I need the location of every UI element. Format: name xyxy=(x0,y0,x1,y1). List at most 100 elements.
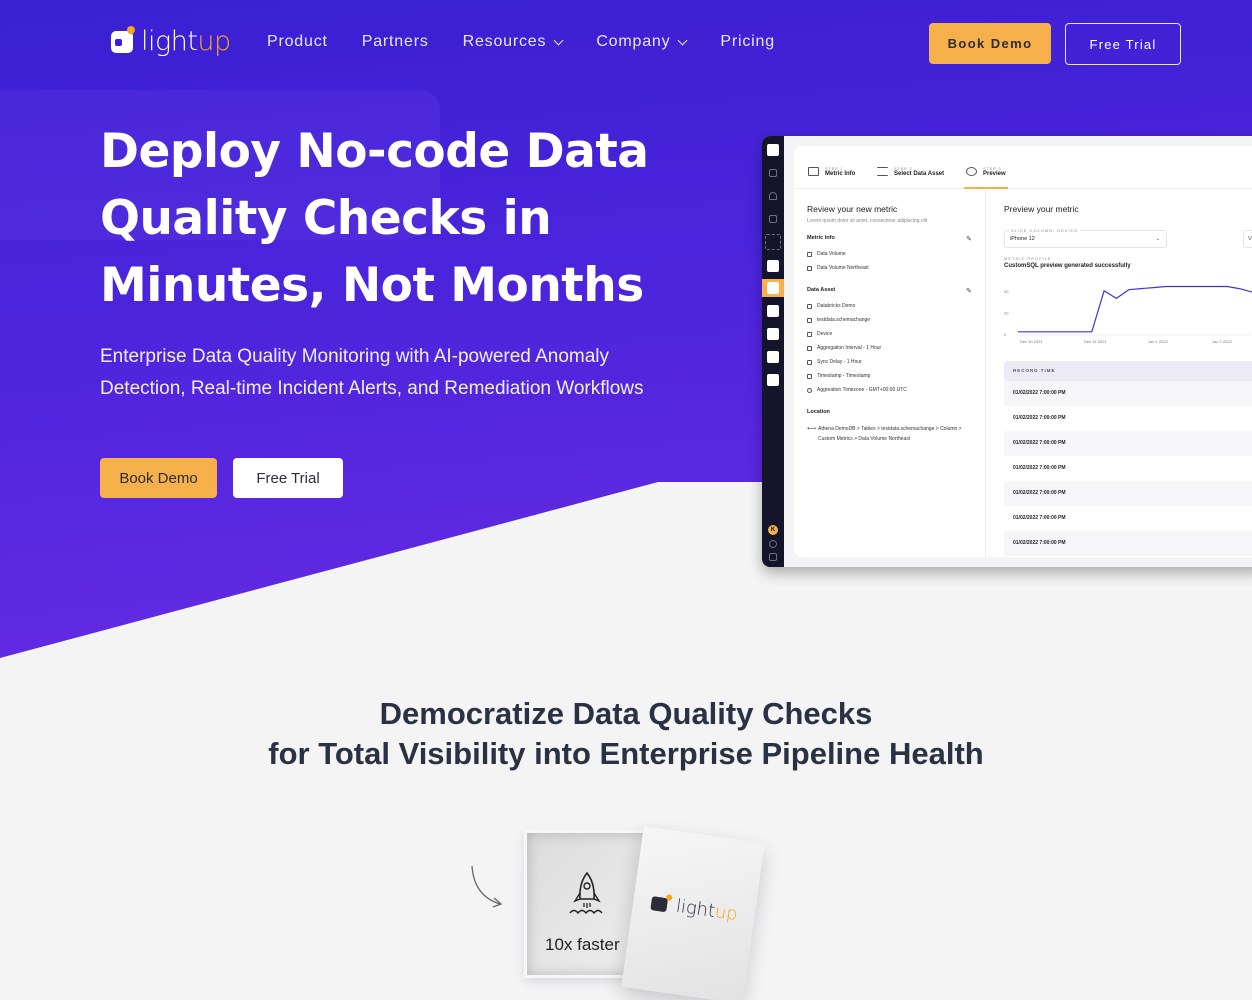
lid-logo: lightup xyxy=(650,892,739,925)
y-tick-label: 0 xyxy=(1004,332,1007,337)
metric-wizard-card: STEP 1 Metric Info STEP 2 Select Data Asse… xyxy=(794,146,1252,557)
logo-mark-icon xyxy=(650,895,669,912)
x-tick-label: Jan 2 2022 xyxy=(1212,339,1233,344)
preview-pane: Preview your metric SLICE COLUMN: DEVICE… xyxy=(1004,190,1252,557)
nav-resources[interactable]: Resources xyxy=(463,33,564,51)
section-title: Democratize Data Quality Checks for Tota… xyxy=(268,696,984,771)
record-time-header: RECORD TIME xyxy=(1004,361,1252,381)
list-item: Aggregation Interval - 1 Hour xyxy=(807,345,972,351)
hourglass-icon xyxy=(807,359,812,365)
bell-icon xyxy=(769,192,777,200)
location-pin-icon xyxy=(807,387,812,393)
box-lid: lightup xyxy=(621,826,765,1000)
grid-icon xyxy=(767,328,779,340)
wizard-steps: STEP 1 Metric Info STEP 2 Select Data Asse… xyxy=(794,146,1252,189)
menu-icon xyxy=(769,553,777,561)
curved-arrow-icon xyxy=(471,865,503,908)
logo[interactable]: lightup xyxy=(111,25,231,57)
y-tick-label: 40 xyxy=(1004,289,1009,294)
metric-icon xyxy=(767,282,779,294)
data-asset-heading: Data Asset ✎ xyxy=(807,287,972,295)
logo-mark-icon xyxy=(111,25,135,53)
rocket-icon xyxy=(569,871,603,915)
table-row: 01/02/2022 7:00:00 PM xyxy=(1013,415,1066,421)
metric-icon xyxy=(807,265,812,271)
list-item: Timestamp - Timestamp xyxy=(807,373,972,379)
chevron-down-icon: ⌄ xyxy=(1155,236,1160,242)
nav-pricing[interactable]: Pricing xyxy=(720,33,775,51)
list-item: Data Volume Northeast xyxy=(807,265,972,271)
hero-book-demo-button[interactable]: Book Demo xyxy=(100,458,217,498)
metric-preview-chart: 0 20 40 Dec 30 2021 Dec 31 2021 Jan 1 2022 Jan… xyxy=(1004,285,1252,344)
monitor-icon xyxy=(765,234,781,250)
table-row: 01/02/2022 7:00:00 PM xyxy=(1004,531,1252,556)
nav-partners[interactable]: Partners xyxy=(362,33,429,51)
chevron-down-icon xyxy=(553,35,564,45)
table-row: 01/02/2022 7:00:00 PM xyxy=(1013,465,1066,471)
review-subtitle: Lorem ipsum dolor sit amet, consectetur … xyxy=(807,218,928,224)
metric-icon xyxy=(807,251,812,257)
interval-icon xyxy=(807,345,812,351)
nav-free-trial-button[interactable]: Free Trial xyxy=(1065,23,1181,65)
nav-company[interactable]: Company xyxy=(596,33,688,51)
x-tick-label: Dec 31 2021 xyxy=(1084,339,1107,344)
logo-text: lightup xyxy=(141,26,231,57)
table-row: 01/02/2022 7:00:00 PM xyxy=(1004,481,1252,506)
list-item: Data Volume xyxy=(807,251,972,257)
product-screenshot: K STEP 1 Metric Info STEP 2 Select Data As… xyxy=(762,136,1252,567)
secondary-select[interactable]: V xyxy=(1243,230,1252,248)
nav-product[interactable]: Product xyxy=(267,33,328,51)
box-caption: 10x faster xyxy=(545,935,620,954)
active-step-indicator xyxy=(964,187,1008,189)
user-avatar: K xyxy=(768,525,778,535)
edit-icon: ✎ xyxy=(966,236,972,243)
nav-book-demo-button[interactable]: Book Demo xyxy=(929,23,1051,64)
chart-icon xyxy=(769,215,777,223)
metric-line xyxy=(1018,285,1252,333)
y-tick-label: 20 xyxy=(1004,310,1009,315)
table-icon xyxy=(807,317,812,323)
list-item: testdata.schemachange xyxy=(807,317,972,323)
nav-links: Product Partners Resources Company Prici… xyxy=(267,33,809,51)
list-item: Sync Delay - 1 Hour xyxy=(807,359,972,365)
location-path: Athena DemoDB > Tables > testdata.schema… xyxy=(807,424,972,444)
globe-icon xyxy=(767,305,779,317)
hero-free-trial-button[interactable]: Free Trial xyxy=(233,458,343,498)
column-icon xyxy=(807,331,812,337)
list-icon xyxy=(808,167,819,176)
review-title: Review your new metric xyxy=(807,204,898,214)
hero-subtitle: Enterprise Data Quality Monitoring with … xyxy=(100,346,644,399)
list-item: Aggreation Timezone - GMT+00:00 UTC xyxy=(807,387,972,393)
app-sidebar: K xyxy=(762,136,784,567)
metric-profile-message: CustomSQL preview generated successfully xyxy=(1004,263,1131,269)
x-tick-label: Dec 30 2021 xyxy=(1020,339,1043,344)
table-row: 01/02/2022 7:00:00 PM xyxy=(1004,431,1252,456)
app-logo-icon xyxy=(767,144,779,156)
alert-icon xyxy=(767,260,779,272)
metric-info-heading: Metric Info ✎ xyxy=(807,235,972,243)
chevron-down-icon xyxy=(677,35,688,45)
step-metric-info: STEP 1 Metric Info xyxy=(808,166,855,177)
edit-icon: ✎ xyxy=(966,288,972,295)
top-nav: lightup Product Partners Resources Compa… xyxy=(0,0,1252,86)
step-preview: STEP 3 Preview xyxy=(966,166,1006,177)
hero-title: Deploy No-code Data Quality Checks in Mi… xyxy=(100,124,649,313)
table-row: 01/02/2022 7:00:00 PM xyxy=(1004,381,1252,406)
database-icon xyxy=(807,303,812,309)
slice-column-select[interactable]: SLICE COLUMN: DEVICE iPhone 12 ⌄ xyxy=(1004,228,1167,248)
location-heading: Location xyxy=(807,409,830,415)
search-list-icon xyxy=(877,167,888,176)
eye-icon xyxy=(966,167,977,176)
box-illustration: 10x faster lightup xyxy=(460,820,800,1000)
document-icon xyxy=(767,351,779,363)
x-tick-label: Jan 1 2022 xyxy=(1148,339,1169,344)
step-select-data-asset: STEP 2 Select Data Asset xyxy=(877,166,944,177)
list-item: Databricks Demo xyxy=(807,303,972,309)
table-icon xyxy=(769,169,777,177)
timestamp-icon xyxy=(807,373,812,379)
record-table: RECORD TIME 01/02/2022 7:00:00 PM 01/02/2… xyxy=(1004,361,1252,556)
metric-profile-label: METRIC PROFILE xyxy=(1004,256,1052,261)
list-item: Device xyxy=(807,331,972,337)
settings-icon xyxy=(769,540,777,548)
user-icon xyxy=(767,374,779,386)
